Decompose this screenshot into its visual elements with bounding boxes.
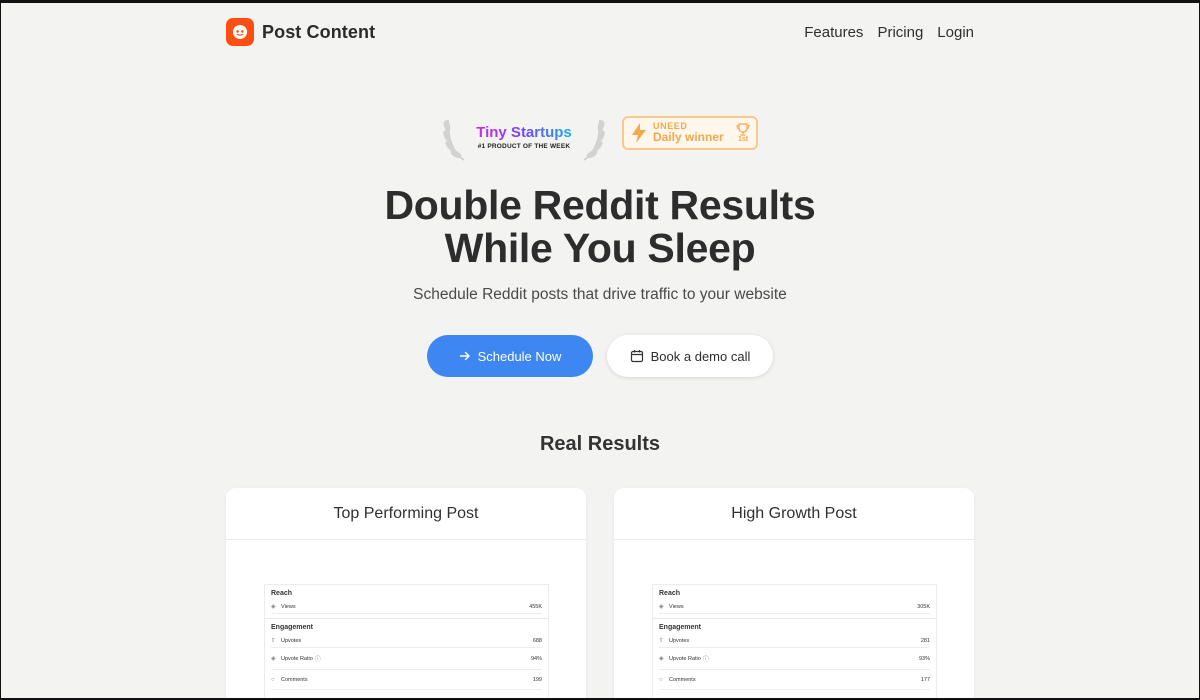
brand-name: Post Content (262, 21, 376, 42)
tiny-startups-title: Tiny Startups (476, 124, 572, 141)
stats-row-upvotes: ⇧ Upvotes 688 (271, 634, 542, 648)
upvotes-value: 688 (532, 637, 542, 644)
card-title: Top Performing Post (226, 488, 586, 540)
book-demo-label: Book a demo call (650, 348, 751, 364)
views-value: 305K (917, 603, 930, 610)
laurel-left-icon (443, 119, 465, 161)
views-label: Views (281, 603, 296, 610)
laurel-right-icon (583, 119, 605, 161)
hero-title-line-2: While You Sleep (444, 225, 756, 271)
upvotes-label: Upvotes (669, 637, 690, 644)
engagement-label: Engagement (659, 624, 702, 631)
brand-home-link[interactable]: Post Content (226, 18, 375, 46)
real-results-heading: Real Results (539, 433, 661, 455)
views-label: Views (669, 603, 684, 610)
reach-label: Reach (271, 590, 293, 597)
comment-icon: ○ (271, 676, 275, 683)
stats-row-upvote-ratio: ◈ Upvote Ratio ⓘ 94% (271, 648, 542, 670)
divider (653, 618, 936, 619)
uneed-text: UNEED Daily winner (653, 121, 724, 145)
uneed-label: Daily winner (653, 130, 724, 145)
comments-label: Comments (669, 676, 696, 683)
uneed-rank: 1st (737, 136, 749, 143)
upvote-ratio-value: 93% (918, 655, 930, 662)
result-card-top-performing: Top Performing Post Reach ◈ Views 455K E… (226, 488, 586, 700)
hero-subtitle: Schedule Reddit posts that drive traffic… (413, 286, 787, 303)
comments-value: 199 (532, 676, 542, 683)
calendar-icon (630, 350, 643, 363)
award-badges: Tiny Startups #1 PRODUCT OF THE WEEK UNE… (0, 114, 1200, 164)
views-icon: ◈ (271, 604, 276, 610)
reach-label: Reach (659, 590, 681, 597)
info-icon: ⓘ (314, 657, 321, 663)
reddit-logo-icon (226, 18, 254, 46)
comment-icon: ○ (659, 676, 663, 683)
stats-row-upvotes: ⇧ Upvotes 281 (659, 634, 930, 648)
hero-title: Double Reddit Results While You Sleep (0, 184, 1200, 270)
upvote-ratio-label: Upvote Ratio (281, 655, 313, 662)
stats-row-views: ◈ Views 305K (659, 600, 930, 614)
upvote-icon: ⇧ (659, 638, 665, 644)
stats-row-comments: ○ Comments 199 (271, 670, 542, 690)
nav-link-login[interactable]: Login (937, 24, 974, 41)
schedule-now-label: Schedule Now (477, 348, 562, 364)
arrow-right-icon (459, 351, 470, 361)
tiny-startups-subtitle: #1 PRODUCT OF THE WEEK (477, 143, 571, 150)
stats-row-views: ◈ Views 455K (271, 600, 542, 614)
stats-row-upvote-ratio: ◈ Upvote Ratio ⓘ 93% (659, 648, 930, 670)
views-value: 455K (529, 603, 542, 610)
result-card-high-growth: High Growth Post Reach ◈ Views 305K Enga… (614, 488, 974, 700)
comments-label: Comments (281, 676, 308, 683)
hero-title-line-1: Double Reddit Results (384, 182, 816, 228)
card-title: High Growth Post (614, 488, 974, 540)
views-icon: ◈ (659, 604, 664, 610)
nav-link-features[interactable]: Features (804, 24, 863, 41)
stats-panel: Reach ◈ Views 305K Engagement ⇧ Upvotes … (652, 584, 937, 700)
window-top-border (0, 0, 1200, 3)
nav-links: Features Pricing Login (804, 24, 974, 41)
upvote-ratio-value: 94% (530, 655, 542, 662)
upvotes-label: Upvotes (281, 637, 302, 644)
uneed-badge[interactable]: UNEED Daily winner 1st (622, 116, 758, 150)
upvote-ratio-label: Upvote Ratio (669, 655, 701, 662)
stats-row-comments: ○ Comments 177 (659, 670, 930, 690)
trophy-icon (736, 123, 750, 136)
upvotes-value: 281 (920, 637, 930, 644)
ratio-icon: ◈ (271, 656, 276, 662)
info-icon: ⓘ (702, 657, 709, 663)
comments-value: 177 (920, 676, 930, 683)
book-demo-button[interactable]: Book a demo call (607, 335, 773, 377)
ratio-icon: ◈ (659, 656, 664, 662)
cta-row: Schedule Now Book a demo call (0, 335, 1200, 377)
stats-panel: Reach ◈ Views 455K Engagement ⇧ Upvotes … (264, 584, 549, 700)
lightning-icon (632, 123, 646, 143)
schedule-now-button[interactable]: Schedule Now (427, 335, 593, 377)
nav-link-pricing[interactable]: Pricing (877, 24, 923, 41)
tiny-startups-badge[interactable]: Tiny Startups #1 PRODUCT OF THE WEEK (442, 114, 606, 164)
uneed-trophy: 1st (736, 123, 750, 143)
divider (265, 618, 548, 619)
engagement-label: Engagement (271, 624, 314, 631)
upvote-icon: ⇧ (271, 638, 277, 644)
top-nav: Post Content Features Pricing Login (226, 17, 974, 47)
